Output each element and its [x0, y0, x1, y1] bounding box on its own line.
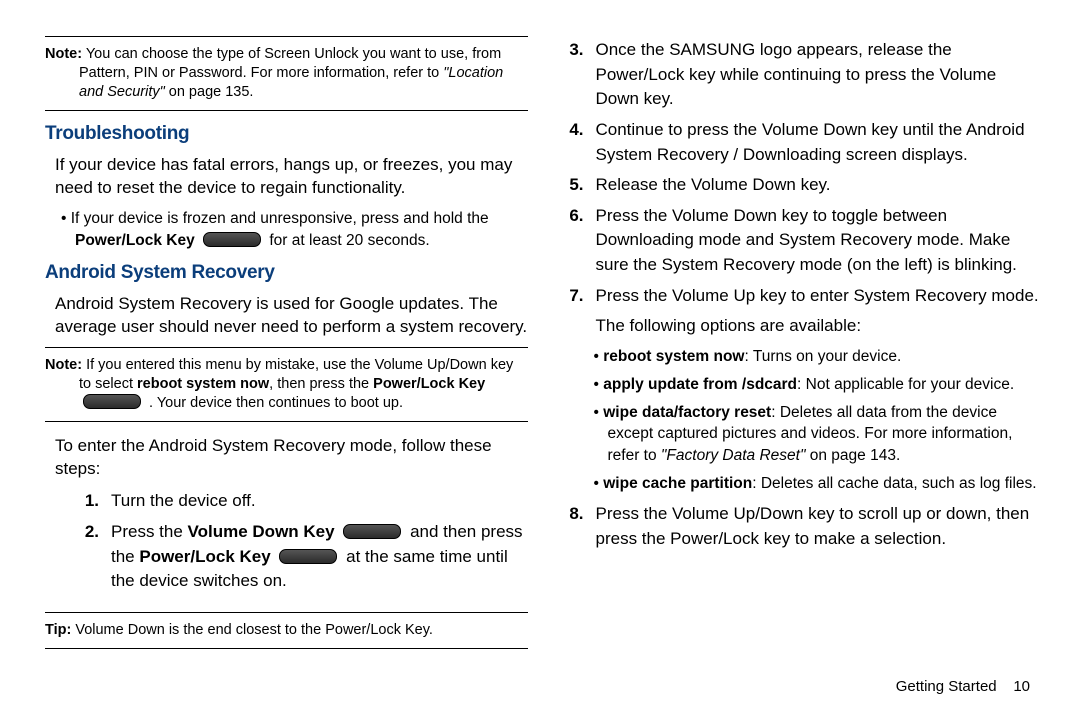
heading-troubleshooting: Troubleshooting	[45, 123, 528, 145]
bullet-post: for at least 20 seconds.	[269, 232, 429, 249]
step-num: 5.	[558, 173, 584, 198]
right-column: 3. Once the SAMSUNG logo appears, releas…	[558, 30, 1041, 700]
option-update: apply update from /sdcard: Not applicabl…	[594, 374, 1041, 396]
note2-b1: reboot system now	[137, 376, 269, 392]
note2-b2: Power/Lock Key	[373, 376, 485, 392]
step-num: 7.	[558, 284, 584, 309]
step-6: 6. Press the Volume Down key to toggle b…	[558, 204, 1041, 278]
step-text: Press the Volume Down Key and then press…	[111, 520, 528, 594]
step-num: 4.	[558, 118, 584, 167]
step-2-pre: Press the	[111, 522, 188, 541]
step-text: Once the SAMSUNG logo appears, release t…	[596, 38, 1041, 112]
step-1: 1. Turn the device off.	[73, 489, 528, 514]
step-text: Turn the device off.	[111, 489, 528, 514]
step-2-b1: Volume Down Key	[188, 522, 335, 541]
step-4: 4. Continue to press the Volume Down key…	[558, 118, 1041, 167]
step-2-b2: Power/Lock Key	[139, 547, 270, 566]
option-bold: reboot system now	[603, 348, 744, 365]
step-text: Continue to press the Volume Down key un…	[596, 118, 1041, 167]
power-lock-key-icon	[83, 394, 141, 409]
step-num: 6.	[558, 204, 584, 278]
tip-text: Volume Down is the end closest to the Po…	[71, 622, 433, 638]
tip-lead: Tip:	[45, 622, 71, 638]
note2-after: . Your device then continues to boot up.	[145, 395, 403, 411]
option-bold: wipe data/factory reset	[603, 404, 771, 421]
left-column: Note: You can choose the type of Screen …	[45, 30, 528, 700]
step-text: Press the Volume Up key to enter System …	[596, 284, 1041, 309]
step-num: 3.	[558, 38, 584, 112]
note-lead: Note:	[45, 46, 82, 62]
step-text: Press the Volume Up/Down key to scroll u…	[596, 502, 1041, 551]
power-lock-key-icon	[279, 549, 337, 564]
option-bold: apply update from /sdcard	[603, 376, 797, 393]
step-5: 5. Release the Volume Down key.	[558, 173, 1041, 198]
bullet-power-lock: If your device is frozen and unresponsiv…	[61, 208, 528, 251]
footer-page: 10	[1013, 678, 1030, 695]
page-footer: Getting Started 10	[896, 678, 1030, 695]
step-num: 8.	[558, 502, 584, 551]
note-lead: Note:	[45, 357, 82, 373]
note-reboot: Note: If you entered this menu by mistak…	[45, 347, 528, 422]
tip-volume-down: Tip: Volume Down is the end closest to t…	[45, 612, 528, 649]
option-tail: on page 143.	[805, 447, 900, 464]
step-7: 7. Press the Volume Up key to enter Syst…	[558, 284, 1041, 309]
step-8: 8. Press the Volume Up/Down key to scrol…	[558, 502, 1041, 551]
note-tail: on page 135.	[165, 84, 254, 100]
asr-body: Android System Recovery is used for Goog…	[55, 292, 528, 340]
step-num: 2.	[73, 520, 99, 594]
option-ref: "Factory Data Reset"	[661, 447, 806, 464]
troubleshooting-body: If your device has fatal errors, hangs u…	[55, 153, 528, 201]
bullet-pre: If your device is frozen and unresponsiv…	[71, 210, 489, 227]
note2-mid: , then press the	[269, 376, 373, 392]
option-bold: wipe cache partition	[603, 475, 752, 492]
steps-intro: To enter the Android System Recovery mod…	[55, 434, 528, 482]
step-3: 3. Once the SAMSUNG logo appears, releas…	[558, 38, 1041, 112]
step-text: Release the Volume Down key.	[596, 173, 1041, 198]
options-intro: The following options are available:	[596, 314, 1041, 338]
power-lock-key-icon	[203, 232, 261, 247]
option-text: : Deletes all cache data, such as log fi…	[752, 475, 1036, 492]
manual-page: Note: You can choose the type of Screen …	[0, 0, 1080, 720]
option-text: : Turns on your device.	[744, 348, 901, 365]
option-text: : Not applicable for your device.	[797, 376, 1014, 393]
option-reboot: reboot system now: Turns on your device.	[594, 346, 1041, 368]
heading-asr: Android System Recovery	[45, 262, 528, 284]
step-num: 1.	[73, 489, 99, 514]
footer-section: Getting Started	[896, 678, 997, 695]
option-wipe-data: wipe data/factory reset: Deletes all dat…	[594, 402, 1041, 467]
option-wipe-cache: wipe cache partition: Deletes all cache …	[594, 473, 1041, 495]
note-text: You can choose the type of Screen Unlock…	[79, 46, 501, 81]
volume-down-key-icon	[343, 524, 401, 539]
step-text: Press the Volume Down key to toggle betw…	[596, 204, 1041, 278]
step-2: 2. Press the Volume Down Key and then pr…	[73, 520, 528, 594]
note-unlock-type: Note: You can choose the type of Screen …	[45, 36, 528, 111]
bullet-bold: Power/Lock Key	[75, 232, 195, 249]
